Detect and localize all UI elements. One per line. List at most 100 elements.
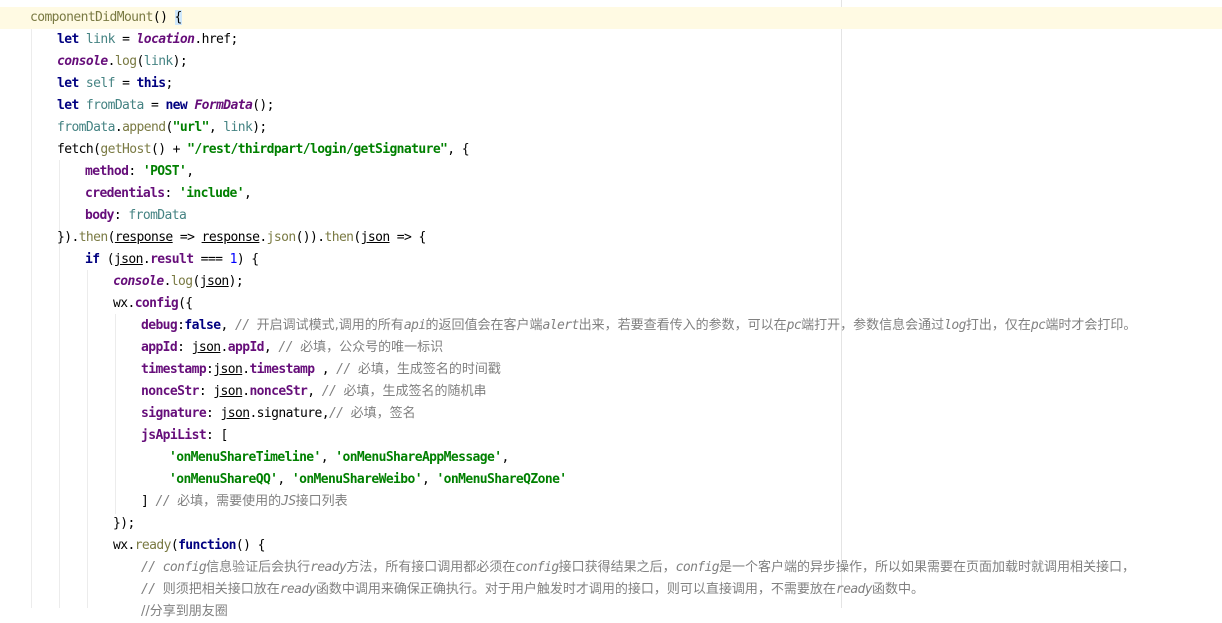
code-token: ready bbox=[310, 560, 347, 575]
code-token: body bbox=[85, 208, 115, 223]
code-line[interactable]: componentDidMount() { bbox=[0, 7, 1222, 29]
code-line[interactable]: console.log(json); bbox=[0, 271, 1222, 293]
code-line-text: let link = location.href; bbox=[57, 29, 238, 51]
code-token: ({ bbox=[178, 296, 193, 311]
code-token: componentDidMount bbox=[30, 10, 153, 25]
code-line[interactable]: wx.config({ bbox=[0, 293, 1222, 315]
code-token: ); bbox=[172, 54, 188, 69]
code-token: let bbox=[57, 76, 86, 91]
code-token: ( bbox=[136, 54, 145, 69]
code-line[interactable]: credentials: 'include', bbox=[0, 183, 1222, 205]
code-token: 则须把相关接口放在 bbox=[162, 582, 280, 597]
code-token: (); bbox=[252, 98, 274, 113]
code-token: ; bbox=[165, 76, 173, 91]
code-token: = bbox=[114, 76, 137, 91]
code-line[interactable]: method: 'POST', bbox=[0, 161, 1222, 183]
code-editor[interactable]: componentDidMount() {let link = location… bbox=[0, 0, 1222, 619]
code-token: jsApiList bbox=[141, 428, 207, 443]
code-token: , bbox=[314, 362, 337, 377]
code-token: ready bbox=[134, 538, 172, 553]
code-token: debug bbox=[141, 318, 178, 333]
code-line-text: wx.config({ bbox=[113, 293, 193, 315]
code-line-text: 'onMenuShareQQ', 'onMenuShareWeibo', 'on… bbox=[169, 469, 567, 491]
code-token: . bbox=[163, 274, 172, 289]
code-token: this bbox=[136, 76, 167, 91]
code-line[interactable]: nonceStr: json.nonceStr, // 必填，生成签名的随机串 bbox=[0, 381, 1222, 403]
code-token: }). bbox=[57, 230, 79, 245]
code-line[interactable]: jsApiList: [ bbox=[0, 425, 1222, 447]
code-token: ( bbox=[170, 538, 179, 553]
code-token: if bbox=[85, 252, 107, 267]
code-token: ( bbox=[353, 230, 361, 245]
code-line-text: }).then(response => response.json()).the… bbox=[57, 227, 426, 249]
code-line[interactable]: 'onMenuShareQQ', 'onMenuShareWeibo', 'on… bbox=[0, 469, 1222, 491]
code-line[interactable]: let fromData = new FormData(); bbox=[0, 95, 1222, 117]
code-token: log bbox=[944, 318, 966, 333]
code-line[interactable]: if (json.result === 1) { bbox=[0, 249, 1222, 271]
code-token: 函数中调用来确保正确执行。对于用户触发时才调用的接口，则可以直接调用，不需要放在 bbox=[315, 582, 836, 597]
code-line[interactable]: console.log(link); bbox=[0, 51, 1222, 73]
code-line[interactable]: debug:false, // 开启调试模式,调用的所有api的返回值会在客户端… bbox=[0, 315, 1222, 337]
code-token: fromData bbox=[128, 208, 187, 223]
code-line[interactable]: let link = location.href; bbox=[0, 29, 1222, 51]
code-token: ( bbox=[107, 230, 116, 245]
code-line[interactable]: 'onMenuShareTimeline', 'onMenuShareAppMe… bbox=[0, 447, 1222, 469]
code-line[interactable]: // 则须把相关接口放在ready函数中调用来确保正确执行。对于用户触发时才调用… bbox=[0, 579, 1222, 601]
code-line-text: let fromData = new FormData(); bbox=[57, 95, 274, 117]
code-line-text: jsApiList: [ bbox=[141, 425, 228, 447]
code-line[interactable]: }); bbox=[0, 513, 1222, 535]
code-token: 'onMenuShareQZone' bbox=[436, 472, 567, 487]
code-token: () { bbox=[235, 538, 266, 553]
code-token: 必填，生成签名的时间戳 bbox=[357, 362, 501, 377]
code-line[interactable]: appId: json.appId, // 必填，公众号的唯一标识 bbox=[0, 337, 1222, 359]
code-token: 的返回值会在客户端 bbox=[425, 318, 543, 333]
code-token: 是一个客户端的异步操作，所以如果需要在页面加载时就调用相关接口， bbox=[719, 560, 1136, 575]
code-token: ); bbox=[228, 274, 244, 289]
code-token: 端打开，参数信息会通过 bbox=[801, 318, 945, 333]
code-token: response bbox=[201, 230, 260, 245]
code-token: // bbox=[155, 494, 178, 509]
code-token: fromData bbox=[85, 98, 144, 113]
code-token: , bbox=[307, 384, 322, 399]
code-token: 接口列表 bbox=[295, 494, 348, 509]
code-line[interactable]: // config信息验证后会执行ready方法，所有接口调用都必须在confi… bbox=[0, 557, 1222, 579]
code-token: 1 bbox=[229, 252, 238, 267]
code-token: pc bbox=[786, 318, 802, 333]
code-token: appId bbox=[141, 340, 178, 355]
code-line[interactable]: let self = this; bbox=[0, 73, 1222, 95]
code-token: . bbox=[259, 230, 267, 245]
code-line[interactable]: body: fromData bbox=[0, 205, 1222, 227]
code-token: : bbox=[206, 406, 221, 421]
code-line[interactable]: signature: json.signature,// 必填，签名 bbox=[0, 403, 1222, 425]
code-token: 接口获得结果之后， bbox=[558, 560, 676, 575]
code-line[interactable]: fromData.append("url", link); bbox=[0, 117, 1222, 139]
code-line-text: 'onMenuShareTimeline', 'onMenuShareAppMe… bbox=[169, 447, 509, 469]
code-token: JS bbox=[281, 494, 296, 509]
code-token: , bbox=[244, 186, 252, 201]
code-token: location bbox=[136, 32, 195, 47]
code-line[interactable]: timestamp:json.timestamp , // 必填，生成签名的时间… bbox=[0, 359, 1222, 381]
code-line[interactable]: wx.ready(function() { bbox=[0, 535, 1222, 557]
code-token: let bbox=[57, 32, 86, 47]
code-token: 方法，所有接口调用都必须在 bbox=[346, 560, 516, 575]
code-token: appId bbox=[227, 340, 265, 355]
code-token: = bbox=[143, 98, 166, 113]
code-line[interactable]: fetch(getHost() + "/rest/thirdpart/login… bbox=[0, 139, 1222, 161]
code-token: : bbox=[198, 384, 214, 399]
code-token: link bbox=[85, 32, 116, 47]
code-line-text: debug:false, // 开启调试模式,调用的所有api的返回值会在客户端… bbox=[141, 315, 1136, 337]
code-token: pc bbox=[1030, 318, 1046, 333]
code-token: ( bbox=[106, 252, 115, 267]
code-line[interactable]: ] // 必填，需要使用的JS接口列表 bbox=[0, 491, 1222, 513]
code-token: ready bbox=[279, 582, 317, 597]
code-token: , bbox=[220, 318, 235, 333]
code-token: ( bbox=[192, 274, 201, 289]
code-token: : bbox=[128, 164, 143, 179]
code-line[interactable]: //分享到朋友圈 bbox=[0, 601, 1222, 623]
code-token: = bbox=[114, 32, 137, 47]
code-token: 必填，生成签名的随机串 bbox=[343, 384, 487, 399]
code-line[interactable]: }).then(response => response.json()).the… bbox=[0, 227, 1222, 249]
code-token: signature bbox=[141, 406, 207, 421]
code-token: //分享到朋友圈 bbox=[141, 604, 228, 619]
code-token: new bbox=[165, 98, 195, 113]
